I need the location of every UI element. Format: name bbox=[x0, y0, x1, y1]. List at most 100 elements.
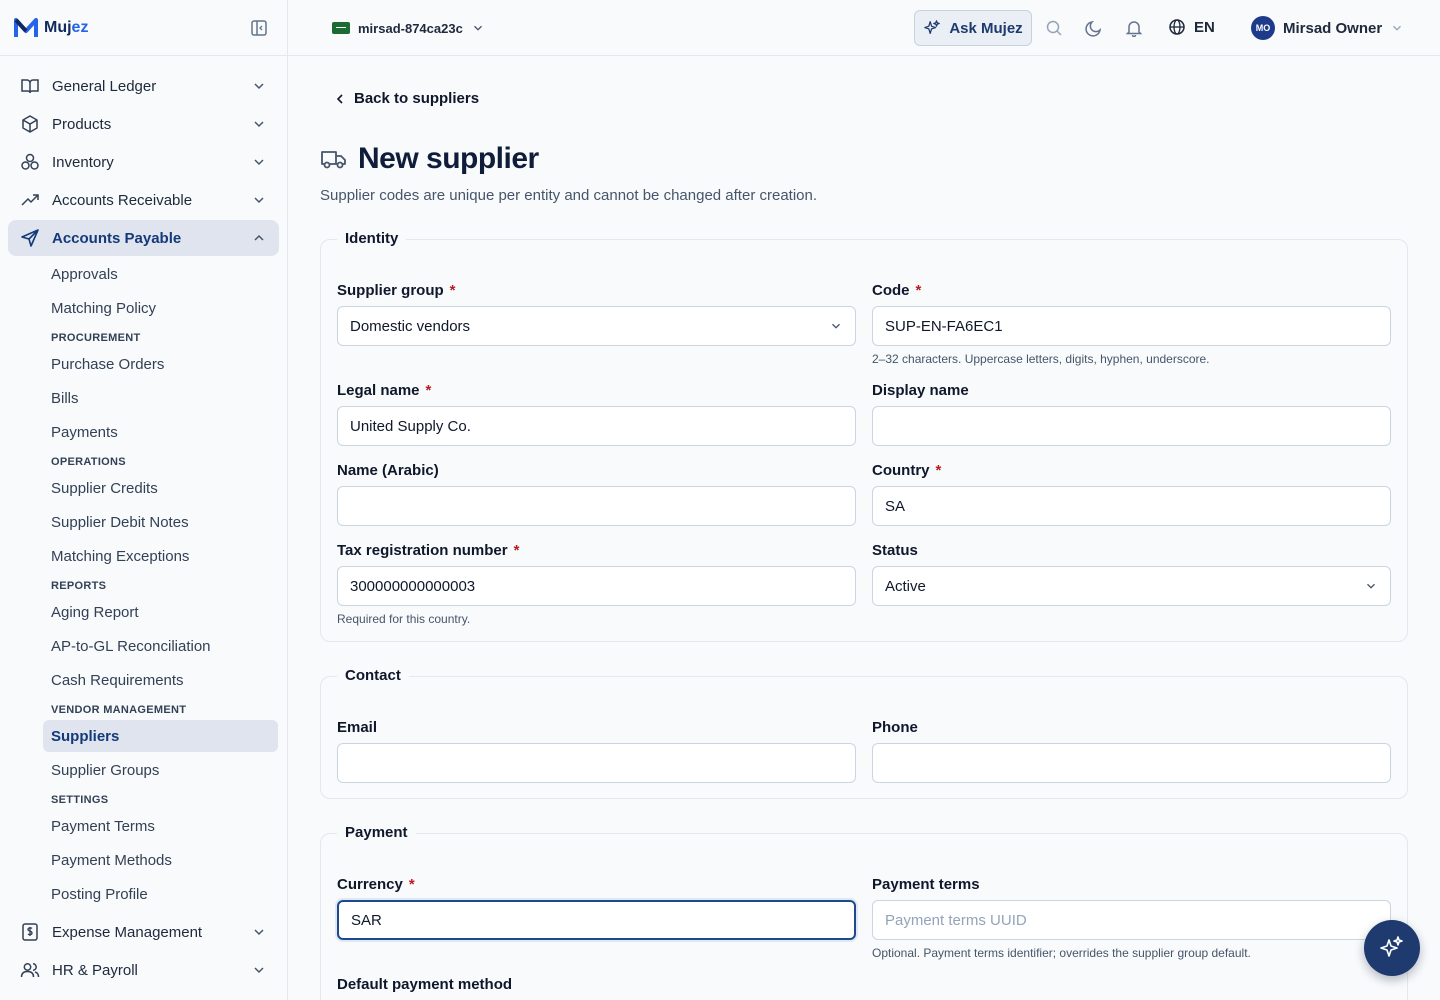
legal-name-value: United Supply Co. bbox=[350, 417, 471, 435]
status-select[interactable]: Active bbox=[872, 566, 1391, 606]
sidebar-item-supplier-credits[interactable]: Supplier Credits bbox=[43, 472, 278, 504]
box-icon bbox=[20, 114, 40, 134]
email-field: Email bbox=[337, 719, 856, 783]
sidebar-item-supplier-groups[interactable]: Supplier Groups bbox=[43, 754, 278, 786]
sidebar-item-hr-payroll[interactable]: HR & Payroll bbox=[8, 952, 279, 988]
status-field: Status Active bbox=[872, 542, 1391, 606]
sidebar-nav: General Ledger Products Inventory Accoun… bbox=[0, 56, 287, 988]
supplier-group-select[interactable]: Domestic vendors bbox=[337, 306, 856, 346]
payment-terms-input[interactable]: Payment terms UUID bbox=[872, 900, 1391, 940]
ask-mujez-label: Ask Mujez bbox=[949, 19, 1023, 37]
status-label: Status bbox=[872, 542, 918, 559]
sidebar-item-label: Products bbox=[52, 115, 112, 133]
tax-registration-field: Tax registration number * 300000000000003… bbox=[337, 542, 856, 626]
chevron-down-icon bbox=[254, 929, 264, 936]
chevron-down-icon bbox=[254, 159, 264, 166]
logo-text: Mujez bbox=[44, 19, 88, 37]
entity-switcher[interactable]: mirsad-874ca23c bbox=[320, 12, 493, 44]
sidebar-item-label: Inventory bbox=[52, 153, 114, 171]
code-input[interactable]: SUP-EN-FA6EC1 bbox=[872, 306, 1391, 346]
sidebar-item-label: HR & Payroll bbox=[52, 961, 138, 979]
chevron-up-icon bbox=[254, 234, 264, 241]
sidebar-item-general-ledger[interactable]: General Ledger bbox=[8, 68, 279, 104]
code-value: SUP-EN-FA6EC1 bbox=[885, 317, 1003, 335]
required-mark: * bbox=[425, 382, 432, 399]
sidebar-collapse-icon[interactable] bbox=[250, 19, 268, 37]
send-icon bbox=[20, 228, 40, 248]
entity-name: mirsad-874ca23c bbox=[358, 20, 463, 36]
bell-icon[interactable] bbox=[1125, 19, 1143, 37]
legal-name-field: Legal name * United Supply Co. bbox=[337, 382, 856, 446]
ask-mujez-button[interactable]: Ask Mujez bbox=[914, 10, 1032, 46]
saudi-flag-icon bbox=[332, 22, 350, 34]
accounts-payable-submenu: Approvals Matching Policy PROCUREMENT Pu… bbox=[43, 258, 278, 910]
supplier-group-label-text: Supplier group bbox=[337, 282, 444, 299]
phone-input[interactable] bbox=[872, 743, 1391, 783]
country-input[interactable]: SA bbox=[872, 486, 1391, 526]
currency-value: SAR bbox=[351, 911, 382, 929]
sidebar-item-payment-terms[interactable]: Payment Terms bbox=[43, 810, 278, 842]
payment-terms-help: Optional. Payment terms identifier; over… bbox=[872, 946, 1251, 960]
logo-mark-icon bbox=[14, 17, 38, 37]
logo[interactable]: Mujez bbox=[14, 17, 88, 39]
sidebar-item-expense-management[interactable]: Expense Management bbox=[8, 914, 279, 950]
tax-registration-input[interactable]: 300000000000003 bbox=[337, 566, 856, 606]
sidebar-item-posting-profile[interactable]: Posting Profile bbox=[43, 878, 278, 910]
contact-section: Contact Email Phone bbox=[320, 667, 1408, 799]
payment-legend: Payment bbox=[337, 824, 416, 841]
topbar: mirsad-874ca23c Ask Mujez EN MO Mirsad O… bbox=[288, 0, 1440, 56]
sidebar-heading-procurement: PROCUREMENT bbox=[51, 332, 141, 344]
country-label: Country * bbox=[872, 462, 1391, 482]
sidebar-item-ap-gl-reconciliation[interactable]: AP-to-GL Reconciliation bbox=[43, 630, 278, 662]
page-title: New supplier bbox=[358, 142, 539, 175]
supplier-group-field: Supplier group * Domestic vendors bbox=[337, 282, 856, 346]
email-input[interactable] bbox=[337, 743, 856, 783]
sidebar-item-products[interactable]: Products bbox=[8, 106, 279, 142]
sidebar-item-payments[interactable]: Payments bbox=[43, 416, 278, 448]
moon-icon[interactable] bbox=[1085, 19, 1103, 37]
language-switcher[interactable]: EN bbox=[1168, 18, 1215, 36]
sidebar-heading-reports: REPORTS bbox=[51, 580, 107, 592]
required-mark: * bbox=[408, 876, 415, 893]
contact-legend: Contact bbox=[337, 667, 409, 684]
user-menu[interactable]: MO Mirsad Owner bbox=[1251, 16, 1404, 40]
payment-terms-label: Payment terms bbox=[872, 876, 980, 893]
sidebar-item-approvals[interactable]: Approvals bbox=[43, 258, 278, 290]
sidebar-item-inventory[interactable]: Inventory bbox=[8, 144, 279, 180]
legal-name-input[interactable]: United Supply Co. bbox=[337, 406, 856, 446]
sidebar-item-aging-report[interactable]: Aging Report bbox=[43, 596, 278, 628]
sidebar-item-cash-requirements[interactable]: Cash Requirements bbox=[43, 664, 278, 696]
display-name-input[interactable] bbox=[872, 406, 1391, 446]
receipt-icon bbox=[20, 922, 40, 942]
currency-field: Currency * SAR bbox=[337, 876, 856, 940]
chevron-down-icon bbox=[254, 83, 264, 90]
sidebar-item-payment-methods[interactable]: Payment Methods bbox=[43, 844, 278, 876]
ai-assistant-fab[interactable] bbox=[1364, 920, 1420, 976]
tax-registration-label: Tax registration number * bbox=[337, 542, 856, 562]
sidebar-item-accounts-payable[interactable]: Accounts Payable bbox=[8, 220, 279, 256]
code-label: Code * bbox=[872, 282, 1391, 302]
sidebar-item-suppliers[interactable]: Suppliers bbox=[43, 720, 278, 752]
back-to-suppliers-link[interactable]: Back to suppliers bbox=[334, 90, 479, 107]
sidebar-item-bills[interactable]: Bills bbox=[43, 382, 278, 414]
name-arabic-input[interactable] bbox=[337, 486, 856, 526]
sidebar-item-supplier-debit-notes[interactable]: Supplier Debit Notes bbox=[43, 506, 278, 538]
required-mark: * bbox=[935, 462, 942, 479]
sidebar-item-matching-exceptions[interactable]: Matching Exceptions bbox=[43, 540, 278, 572]
tax-registration-label-text: Tax registration number bbox=[337, 542, 508, 559]
payment-terms-field: Payment terms Payment terms UUID Optiona… bbox=[872, 876, 1391, 960]
chevron-down-icon bbox=[254, 967, 264, 974]
legal-name-label-text: Legal name bbox=[337, 382, 420, 399]
trend-up-icon bbox=[20, 190, 40, 210]
search-icon[interactable] bbox=[1045, 19, 1063, 37]
sidebar-item-accounts-receivable[interactable]: Accounts Receivable bbox=[8, 182, 279, 218]
chevron-down-icon bbox=[473, 25, 482, 31]
code-field: Code * SUP-EN-FA6EC1 2–32 characters. Upp… bbox=[872, 282, 1391, 366]
required-mark: * bbox=[915, 282, 922, 299]
sidebar-item-purchase-orders[interactable]: Purchase Orders bbox=[43, 348, 278, 380]
logo-text-suffix: ez bbox=[71, 18, 89, 36]
currency-input[interactable]: SAR bbox=[337, 900, 856, 940]
sidebar-heading-vendor-management: VENDOR MANAGEMENT bbox=[51, 704, 187, 716]
sidebar-item-matching-policy[interactable]: Matching Policy bbox=[43, 292, 278, 324]
legal-name-label: Legal name * bbox=[337, 382, 856, 402]
